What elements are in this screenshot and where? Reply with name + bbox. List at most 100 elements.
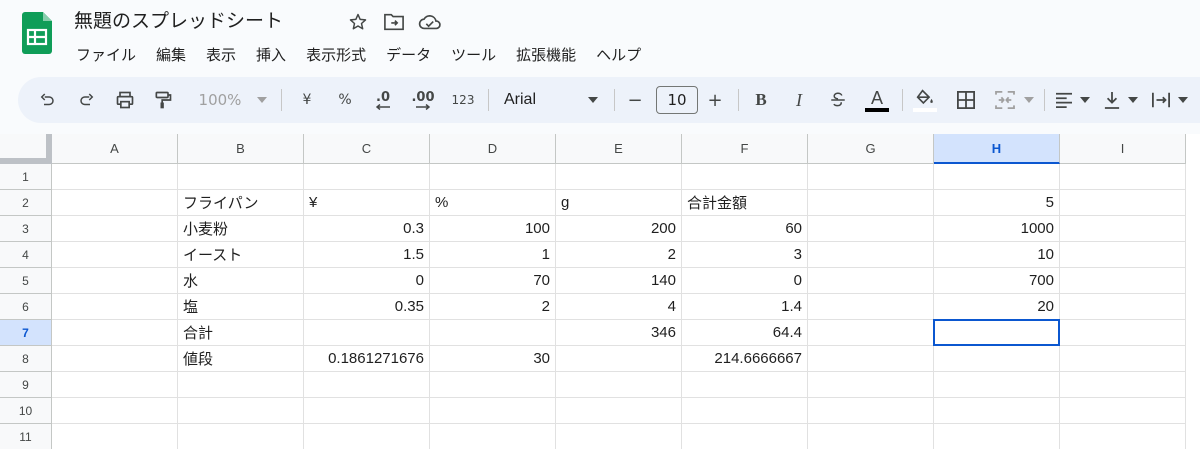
cell-b2[interactable]: フライパン	[178, 190, 304, 216]
move-to-folder-icon[interactable]	[382, 10, 406, 34]
sheets-logo-icon[interactable]	[22, 12, 52, 54]
vertical-align-icon[interactable]	[1100, 85, 1124, 115]
cell-d8[interactable]: 30	[430, 346, 556, 372]
menu-extensions[interactable]: 拡張機能	[506, 42, 586, 67]
cell-g2[interactable]	[808, 190, 934, 216]
cell-a7[interactable]	[52, 320, 178, 346]
column-header-d[interactable]: D	[430, 134, 556, 164]
cell-i1[interactable]	[1060, 164, 1186, 190]
cell-f3[interactable]: 60	[682, 216, 808, 242]
cell-a4[interactable]	[52, 242, 178, 268]
menu-edit[interactable]: 編集	[146, 42, 196, 67]
paint-format-icon[interactable]	[148, 85, 178, 115]
cell-a8[interactable]	[52, 346, 178, 372]
cell-d4[interactable]: 1	[430, 242, 556, 268]
column-header-g[interactable]: G	[808, 134, 934, 164]
cell-c7[interactable]	[304, 320, 430, 346]
cell-e10[interactable]	[556, 398, 682, 424]
cell-c10[interactable]	[304, 398, 430, 424]
row-header-11[interactable]: 11	[0, 424, 52, 449]
italic-button[interactable]: I	[786, 85, 812, 115]
cell-b3[interactable]: 小麦粉	[178, 216, 304, 242]
column-header-i[interactable]: I	[1060, 134, 1186, 164]
cell-h11[interactable]	[934, 424, 1060, 449]
cell-d1[interactable]	[430, 164, 556, 190]
column-header-f[interactable]: F	[682, 134, 808, 164]
increase-font-size-button[interactable]: +	[702, 85, 728, 115]
cell-g3[interactable]	[808, 216, 934, 242]
document-title[interactable]: 無題のスプレッドシート	[74, 6, 283, 33]
print-icon[interactable]	[110, 85, 140, 115]
cell-g11[interactable]	[808, 424, 934, 449]
cell-c8[interactable]: 0.1861271676	[304, 346, 430, 372]
cell-c1[interactable]	[304, 164, 430, 190]
cell-b4[interactable]: イースト	[178, 242, 304, 268]
cell-d7[interactable]	[430, 320, 556, 346]
borders-icon[interactable]	[952, 85, 980, 115]
cell-f10[interactable]	[682, 398, 808, 424]
cell-g8[interactable]	[808, 346, 934, 372]
cell-e2[interactable]: g	[556, 190, 682, 216]
menu-data[interactable]: データ	[376, 42, 441, 67]
cell-i10[interactable]	[1060, 398, 1186, 424]
cell-i9[interactable]	[1060, 372, 1186, 398]
row-header-1[interactable]: 1	[0, 164, 52, 190]
cell-f5[interactable]: 0	[682, 268, 808, 294]
column-header-b[interactable]: B	[178, 134, 304, 164]
text-wrapping-icon[interactable]	[1148, 85, 1174, 115]
cell-h8[interactable]	[934, 346, 1060, 372]
cell-i8[interactable]	[1060, 346, 1186, 372]
menu-view[interactable]: 表示	[196, 42, 246, 67]
chevron-down-icon[interactable]	[1126, 85, 1140, 115]
cell-b9[interactable]	[178, 372, 304, 398]
cell-b1[interactable]	[178, 164, 304, 190]
cell-c9[interactable]	[304, 372, 430, 398]
cell-f2[interactable]: 合計金額	[682, 190, 808, 216]
row-header-4[interactable]: 4	[0, 242, 52, 268]
cell-g9[interactable]	[808, 372, 934, 398]
cell-e11[interactable]	[556, 424, 682, 449]
cell-c6[interactable]: 0.35	[304, 294, 430, 320]
menu-file[interactable]: ファイル	[66, 42, 146, 67]
cell-h3[interactable]: 1000	[934, 216, 1060, 242]
cell-d6[interactable]: 2	[430, 294, 556, 320]
cell-d10[interactable]	[430, 398, 556, 424]
decrease-font-size-button[interactable]: −	[622, 85, 648, 115]
menu-tools[interactable]: ツール	[441, 42, 506, 67]
cell-h9[interactable]	[934, 372, 1060, 398]
cell-f4[interactable]: 3	[682, 242, 808, 268]
cell-a1[interactable]	[52, 164, 178, 190]
cell-b8[interactable]: 値段	[178, 346, 304, 372]
cell-b7[interactable]: 合計	[178, 320, 304, 346]
text-color-button[interactable]: A	[862, 85, 892, 115]
cell-g1[interactable]	[808, 164, 934, 190]
fill-color-icon[interactable]	[910, 85, 940, 115]
undo-icon[interactable]	[32, 85, 62, 115]
cell-e8[interactable]	[556, 346, 682, 372]
redo-icon[interactable]	[72, 85, 102, 115]
cell-i3[interactable]	[1060, 216, 1186, 242]
merge-cells-icon[interactable]	[990, 85, 1020, 115]
cell-a10[interactable]	[52, 398, 178, 424]
cell-c5[interactable]: 0	[304, 268, 430, 294]
increase-decimal-button[interactable]: .00	[406, 85, 440, 115]
cell-i2[interactable]	[1060, 190, 1186, 216]
row-header-9[interactable]: 9	[0, 372, 52, 398]
cell-g6[interactable]	[808, 294, 934, 320]
cell-f6[interactable]: 1.4	[682, 294, 808, 320]
cell-c11[interactable]	[304, 424, 430, 449]
column-header-h[interactable]: H	[934, 134, 1060, 164]
chevron-down-icon[interactable]	[254, 85, 270, 115]
cell-a3[interactable]	[52, 216, 178, 242]
horizontal-align-icon[interactable]	[1052, 85, 1076, 115]
decrease-decimal-button[interactable]: .0	[368, 85, 398, 115]
star-icon[interactable]	[346, 10, 370, 34]
cell-b10[interactable]	[178, 398, 304, 424]
cell-i5[interactable]	[1060, 268, 1186, 294]
cell-g5[interactable]	[808, 268, 934, 294]
cell-g4[interactable]	[808, 242, 934, 268]
cell-g7[interactable]	[808, 320, 934, 346]
zoom-select[interactable]: 100%	[188, 85, 252, 115]
cell-a5[interactable]	[52, 268, 178, 294]
cell-b5[interactable]: 水	[178, 268, 304, 294]
